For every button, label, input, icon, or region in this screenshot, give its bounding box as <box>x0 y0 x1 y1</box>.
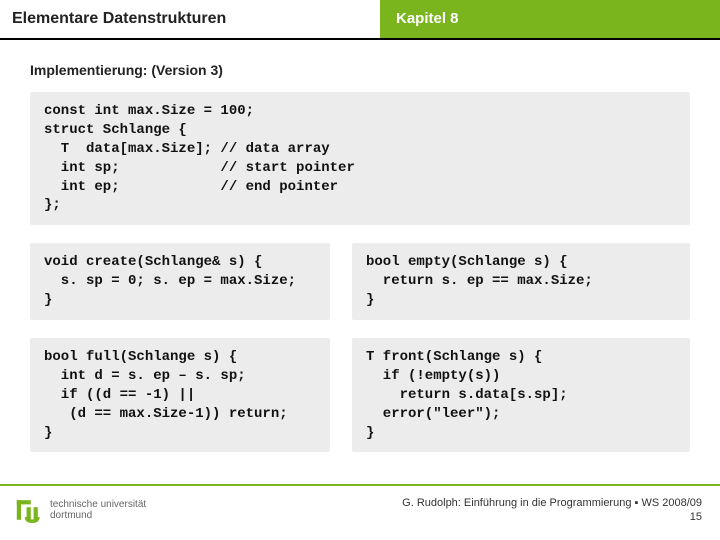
code-full: bool full(Schlange s) { int d = s. ep – … <box>30 338 330 452</box>
footer-credit: G. Rudolph: Einführung in die Programmie… <box>402 496 702 510</box>
page-number: 15 <box>402 510 702 524</box>
university-name: technische universität dortmund <box>50 499 146 522</box>
footer-credit-block: G. Rudolph: Einführung in die Programmie… <box>402 496 702 525</box>
university-logo-block: technische universität dortmund <box>14 496 146 524</box>
code-empty: bool empty(Schlange s) { return s. ep ==… <box>352 243 690 320</box>
code-struct-definition: const int max.Size = 100; struct Schlang… <box>30 92 690 225</box>
slide-title: Elementare Datenstrukturen <box>0 0 380 38</box>
code-front: T front(Schlange s) { if (!empty(s)) ret… <box>352 338 690 452</box>
chapter-label: Kapitel 8 <box>380 0 720 38</box>
code-create: void create(Schlange& s) { s. sp = 0; s.… <box>30 243 330 320</box>
slide-footer: technische universität dortmund G. Rudol… <box>0 484 720 530</box>
subtitle: Implementierung: (Version 3) <box>30 62 690 78</box>
slide-content: Implementierung: (Version 3) const int m… <box>0 40 720 452</box>
code-row-1: void create(Schlange& s) { s. sp = 0; s.… <box>30 243 690 320</box>
university-line2: dortmund <box>50 510 146 522</box>
tu-logo-icon <box>14 496 42 524</box>
university-line1: technische universität <box>50 499 146 511</box>
code-row-2: bool full(Schlange s) { int d = s. ep – … <box>30 338 690 452</box>
slide-header: Elementare Datenstrukturen Kapitel 8 <box>0 0 720 40</box>
